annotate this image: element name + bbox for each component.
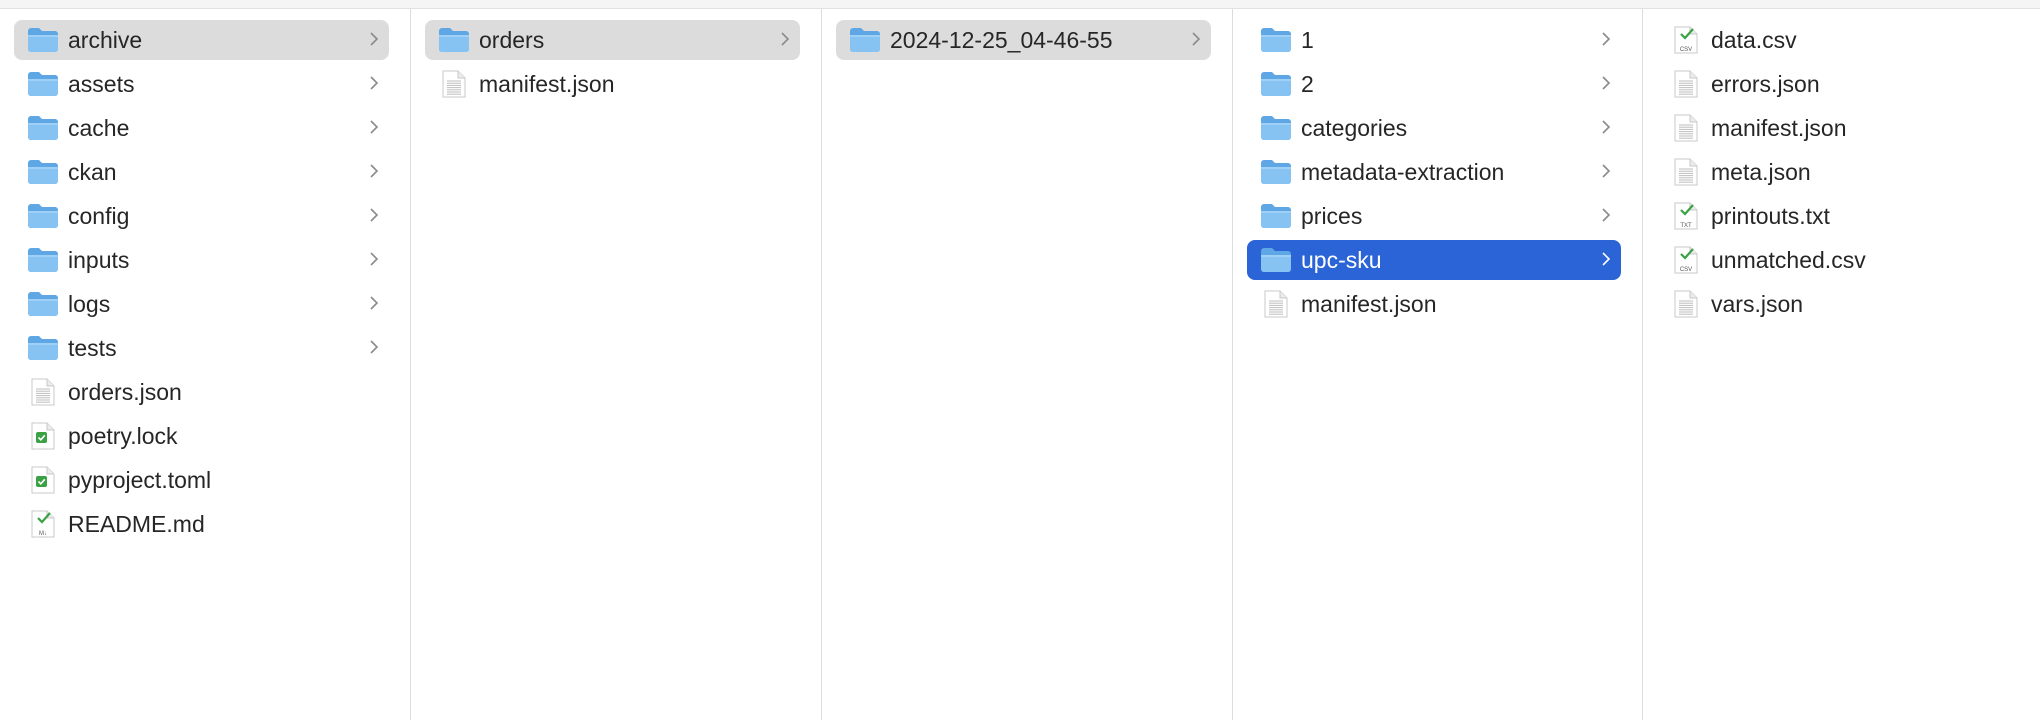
document-icon: [1669, 158, 1703, 186]
item-label: manifest.json: [479, 71, 615, 97]
item-label: cache: [68, 115, 130, 141]
text-file-icon: TXT: [1669, 202, 1703, 230]
item-label: printouts.txt: [1711, 203, 1830, 229]
svg-text:M↓: M↓: [39, 531, 47, 537]
toolbar-edge: [0, 0, 2040, 9]
item-label: poetry.lock: [68, 423, 178, 449]
folder-item[interactable]: assets: [14, 64, 389, 104]
item-label: errors.json: [1711, 71, 1820, 97]
item-label: metadata-extraction: [1301, 159, 1505, 185]
folder-icon: [26, 290, 60, 318]
item-label: archive: [68, 27, 143, 53]
file-item[interactable]: pyproject.toml: [14, 460, 389, 500]
item-label: manifest.json: [1301, 291, 1437, 317]
folder-item[interactable]: 2024-12-25_04-46-55: [836, 20, 1211, 60]
folder-item[interactable]: logs: [14, 284, 389, 324]
item-label: 2024-12-25_04-46-55: [890, 27, 1113, 53]
document-icon: [1669, 290, 1703, 318]
item-label: meta.json: [1711, 159, 1811, 185]
finder-column-browser: archive assets cache ckan config inputs logs te…: [0, 0, 2040, 720]
folder-item[interactable]: 1: [1247, 20, 1621, 60]
folder-item[interactable]: tests: [14, 328, 389, 368]
file-item[interactable]: errors.json: [1657, 64, 2019, 104]
folder-item[interactable]: inputs: [14, 240, 389, 280]
document-icon: [1669, 114, 1703, 142]
folder-item[interactable]: metadata-extraction: [1247, 152, 1621, 192]
file-item[interactable]: CSV unmatched.csv: [1657, 240, 2019, 280]
document-icon: [1259, 290, 1293, 318]
item-label: vars.json: [1711, 291, 1804, 317]
folder-icon: [26, 70, 60, 98]
folder-item[interactable]: upc-sku: [1247, 240, 1621, 280]
folder-icon: [1259, 114, 1293, 142]
item-label: 2: [1301, 71, 1314, 97]
item-label: logs: [68, 291, 111, 317]
folder-icon: [26, 246, 60, 274]
column[interactable]: orders manifest.json: [411, 9, 822, 720]
file-item[interactable]: manifest.json: [425, 64, 800, 104]
item-label: 1: [1301, 27, 1314, 53]
file-item[interactable]: orders.json: [14, 372, 389, 412]
file-item[interactable]: CSV data.csv: [1657, 20, 2019, 60]
folder-item[interactable]: config: [14, 196, 389, 236]
csv-file-icon: CSV: [1669, 26, 1703, 54]
column[interactable]: CSV data.csv errors.json manifest.json meta.…: [1643, 9, 2040, 720]
checked-document-icon: [26, 466, 60, 494]
item-label: pyproject.toml: [68, 467, 212, 493]
item-label: upc-sku: [1301, 247, 1382, 273]
file-item[interactable]: TXT printouts.txt: [1657, 196, 2019, 236]
file-item[interactable]: manifest.json: [1657, 108, 2019, 148]
item-label: tests: [68, 335, 117, 361]
folder-item[interactable]: orders: [425, 20, 800, 60]
document-icon: [437, 70, 471, 98]
folder-item[interactable]: archive: [14, 20, 389, 60]
folder-icon: [848, 26, 882, 54]
item-label: orders.json: [68, 379, 182, 405]
folder-item[interactable]: ckan: [14, 152, 389, 192]
document-icon: [26, 378, 60, 406]
column[interactable]: archive assets cache ckan config inputs logs te…: [0, 9, 411, 720]
folder-icon: [26, 334, 60, 362]
item-label: inputs: [68, 247, 130, 273]
checked-document-icon: [26, 422, 60, 450]
folder-icon: [26, 26, 60, 54]
folder-icon: [1259, 246, 1293, 274]
svg-text:CSV: CSV: [1680, 47, 1692, 53]
folder-item[interactable]: categories: [1247, 108, 1621, 148]
column[interactable]: 2024-12-25_04-46-55: [822, 9, 1233, 720]
file-item[interactable]: meta.json: [1657, 152, 2019, 192]
item-label: config: [68, 203, 130, 229]
folder-icon: [437, 26, 471, 54]
item-label: assets: [68, 71, 135, 97]
file-item[interactable]: manifest.json: [1247, 284, 1621, 324]
folder-item[interactable]: 2: [1247, 64, 1621, 104]
item-label: manifest.json: [1711, 115, 1847, 141]
folder-icon: [1259, 158, 1293, 186]
svg-text:CSV: CSV: [1680, 267, 1692, 273]
file-item[interactable]: vars.json: [1657, 284, 2019, 324]
folder-icon: [1259, 202, 1293, 230]
folder-icon: [1259, 26, 1293, 54]
file-item[interactable]: poetry.lock: [14, 416, 389, 456]
item-label: README.md: [68, 511, 205, 537]
folder-item[interactable]: cache: [14, 108, 389, 148]
folder-icon: [26, 202, 60, 230]
svg-text:TXT: TXT: [1680, 223, 1692, 229]
item-label: prices: [1301, 203, 1363, 229]
item-label: orders: [479, 27, 545, 53]
folder-icon: [1259, 70, 1293, 98]
column[interactable]: 1 2 categories metadata-extraction prices upc…: [1233, 9, 1643, 720]
markdown-file-icon: M↓: [26, 510, 60, 538]
document-icon: [1669, 70, 1703, 98]
item-label: ckan: [68, 159, 117, 185]
item-label: unmatched.csv: [1711, 247, 1866, 273]
folder-icon: [26, 114, 60, 142]
folder-icon: [26, 158, 60, 186]
folder-item[interactable]: prices: [1247, 196, 1621, 236]
item-label: data.csv: [1711, 27, 1797, 53]
item-label: categories: [1301, 115, 1408, 141]
file-item[interactable]: M↓ README.md: [14, 504, 389, 544]
csv-file-icon: CSV: [1669, 246, 1703, 274]
